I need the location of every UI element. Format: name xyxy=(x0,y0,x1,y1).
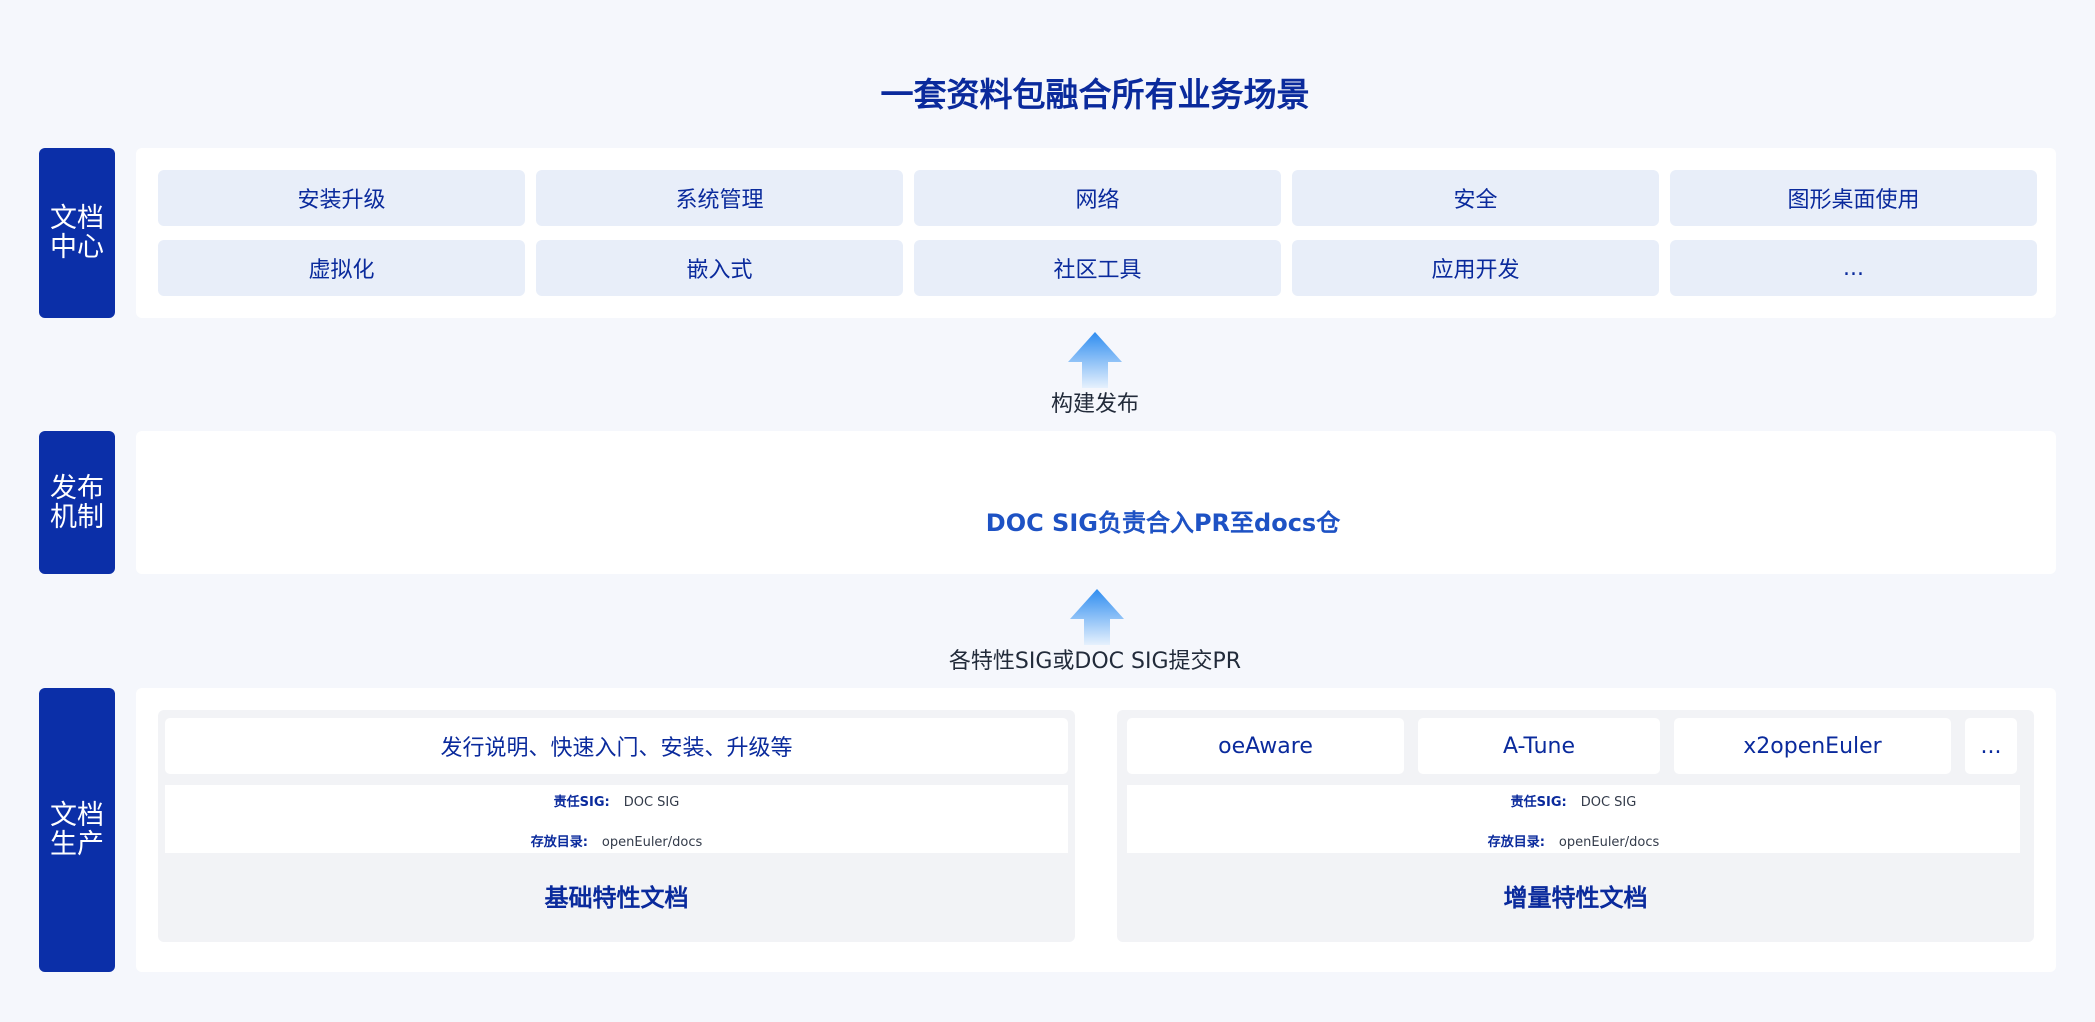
diagram-title: 一套资料包融合所有业务场景 xyxy=(880,75,1310,114)
doc-category-cell: 虚拟化 xyxy=(158,240,525,296)
owner-row: 责任SIG: DOC SIG xyxy=(165,791,1068,810)
up-arrow-icon xyxy=(1070,589,1124,645)
directory-value: openEuler/docs xyxy=(601,835,703,850)
doc-category-cell: 应用开发 xyxy=(1292,240,1659,296)
owner-row: 责任SIG: DOC SIG xyxy=(1127,791,2020,810)
feature-box: ... xyxy=(1965,718,2017,774)
basic-docs-meta: 责任SIG: DOC SIG 存放目录: openEuler/docs xyxy=(165,785,1068,853)
owner-value: DOC SIG xyxy=(1580,795,1637,810)
feature-box: x2openEuler xyxy=(1674,718,1951,774)
canvas: 一套资料包融合所有业务场景 文档 中心 安装升级 系统管理 网络 安全 图形桌面… xyxy=(0,0,2095,1022)
doc-category-cell: 社区工具 xyxy=(914,240,1281,296)
release-mechanism-text: DOC SIG负责合入PR至docs仓 xyxy=(985,509,1341,537)
directory-value: openEuler/docs xyxy=(1558,835,1660,850)
side-label-line: 发布 xyxy=(50,472,104,504)
production-panel: 发行说明、快速入门、安装、升级等 责任SIG: DOC SIG 存放目录: op… xyxy=(136,688,2056,972)
doc-center-panel: 安装升级 系统管理 网络 安全 图形桌面使用 虚拟化 嵌入式 社区工具 应用开发… xyxy=(136,148,2056,318)
submit-pr-label: 各特性SIG或DOC SIG提交PR xyxy=(948,649,1242,674)
up-arrow-icon xyxy=(1068,332,1122,388)
basic-docs-scope: 发行说明、快速入门、安装、升级等 xyxy=(165,718,1068,774)
feature-box: A-Tune xyxy=(1418,718,1660,774)
side-label-doc-center: 文档 中心 xyxy=(39,148,115,318)
incremental-docs-group: oeAware A-Tune x2openEuler ... 责任SIG: DO… xyxy=(1117,710,2034,942)
directory-key: 存放目录: xyxy=(530,835,588,850)
doc-category-cell: ... xyxy=(1670,240,2037,296)
doc-category-cell: 网络 xyxy=(914,170,1281,226)
directory-key: 存放目录: xyxy=(1487,835,1545,850)
basic-docs-title: 基础特性文档 xyxy=(544,884,689,912)
side-label-line: 文档 xyxy=(50,203,104,234)
owner-key: 责任SIG: xyxy=(553,795,610,810)
side-label-production: 文档 生产 xyxy=(39,688,115,972)
owner-key: 责任SIG: xyxy=(1510,795,1567,810)
basic-docs-group: 发行说明、快速入门、安装、升级等 责任SIG: DOC SIG 存放目录: op… xyxy=(158,710,1075,942)
directory-row: 存放目录: openEuler/docs xyxy=(1127,831,2020,850)
doc-category-cell: 系统管理 xyxy=(536,170,903,226)
side-label-line: 中心 xyxy=(50,232,104,263)
doc-category-cell: 安全 xyxy=(1292,170,1659,226)
doc-category-cell: 图形桌面使用 xyxy=(1670,170,2037,226)
side-label-line: 生产 xyxy=(50,829,104,860)
incremental-docs-meta: 责任SIG: DOC SIG 存放目录: openEuler/docs xyxy=(1127,785,2020,853)
side-label-release: 发布 机制 xyxy=(39,431,115,574)
doc-category-cell: 安装升级 xyxy=(158,170,525,226)
doc-category-cell: 嵌入式 xyxy=(536,240,903,296)
feature-box: oeAware xyxy=(1127,718,1404,774)
owner-value: DOC SIG xyxy=(623,795,680,810)
incremental-docs-title: 增量特性文档 xyxy=(1503,884,1648,912)
side-label-line: 机制 xyxy=(50,501,104,533)
release-panel: DOC SIG负责合入PR至docs仓 xyxy=(136,431,2056,574)
build-release-label: 构建发布 xyxy=(1050,392,1139,417)
directory-row: 存放目录: openEuler/docs xyxy=(165,831,1068,850)
side-label-line: 文档 xyxy=(50,800,104,831)
